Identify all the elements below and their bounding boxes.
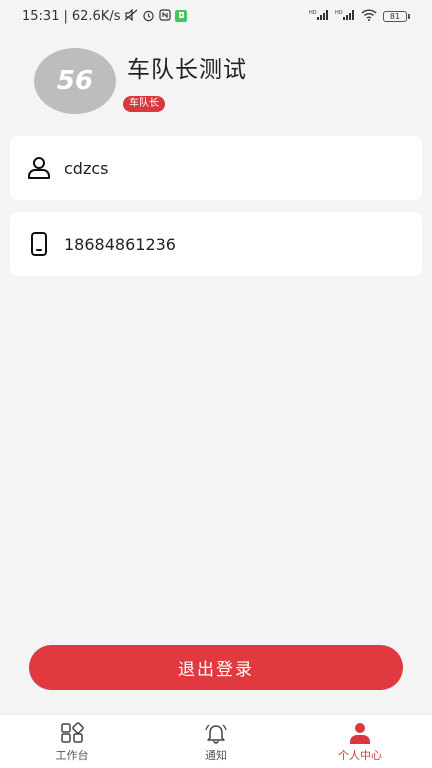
username-value: cdzcs [64, 158, 109, 178]
username-card: cdzcs [10, 136, 422, 200]
tab-notifications[interactable]: 通知 [144, 715, 288, 768]
tab-profile[interactable]: 个人中心 [288, 715, 432, 768]
svg-text:HD: HD [335, 10, 343, 16]
status-left: 15:31 | 62.6K/s ◘ [22, 8, 188, 24]
wifi-icon [361, 9, 377, 23]
battery-tip [408, 13, 410, 19]
nfc-icon [159, 9, 172, 23]
phone-card: 18684861236 [10, 212, 422, 276]
battery-indicator: 81 [383, 10, 410, 22]
tab-profile-label: 个人中心 [338, 748, 382, 762]
status-divider: | [63, 8, 68, 24]
signal-icon-1: HD [309, 9, 329, 23]
bottom-tab-bar: 工作台 通知 个人中心 [0, 714, 432, 768]
status-time: 15:31 [22, 8, 60, 24]
app-notification-icon: ◘ [175, 10, 188, 22]
phone-icon [26, 231, 52, 257]
status-right: HD HD 81 [309, 9, 410, 23]
status-bar: 15:31 | 62.6K/s ◘ HD HD 81 [0, 0, 432, 32]
bell-icon [203, 721, 229, 745]
profile-name: 车队长测试 [127, 57, 247, 83]
mute-icon [124, 8, 138, 23]
tab-notifications-label: 通知 [205, 748, 227, 762]
user-icon [26, 155, 52, 181]
tab-workbench-label: 工作台 [55, 748, 89, 762]
signal-icon-2: HD [335, 9, 355, 23]
profile-header: 56 车队长测试 车队长 [34, 48, 414, 118]
logout-button[interactable]: 退出登录 [29, 645, 403, 690]
svg-text:HD: HD [309, 10, 317, 16]
avatar-text: 56 [56, 66, 94, 96]
person-icon [347, 721, 373, 745]
alarm-icon [142, 9, 155, 24]
avatar[interactable]: 56 [34, 48, 116, 114]
phone-value: 18684861236 [64, 234, 176, 254]
battery-icon: 81 [383, 10, 407, 22]
role-badge: 车队长 [123, 96, 165, 112]
tab-workbench[interactable]: 工作台 [0, 715, 144, 768]
status-network-speed: 62.6K/s [71, 8, 121, 24]
grid-icon [59, 721, 85, 745]
